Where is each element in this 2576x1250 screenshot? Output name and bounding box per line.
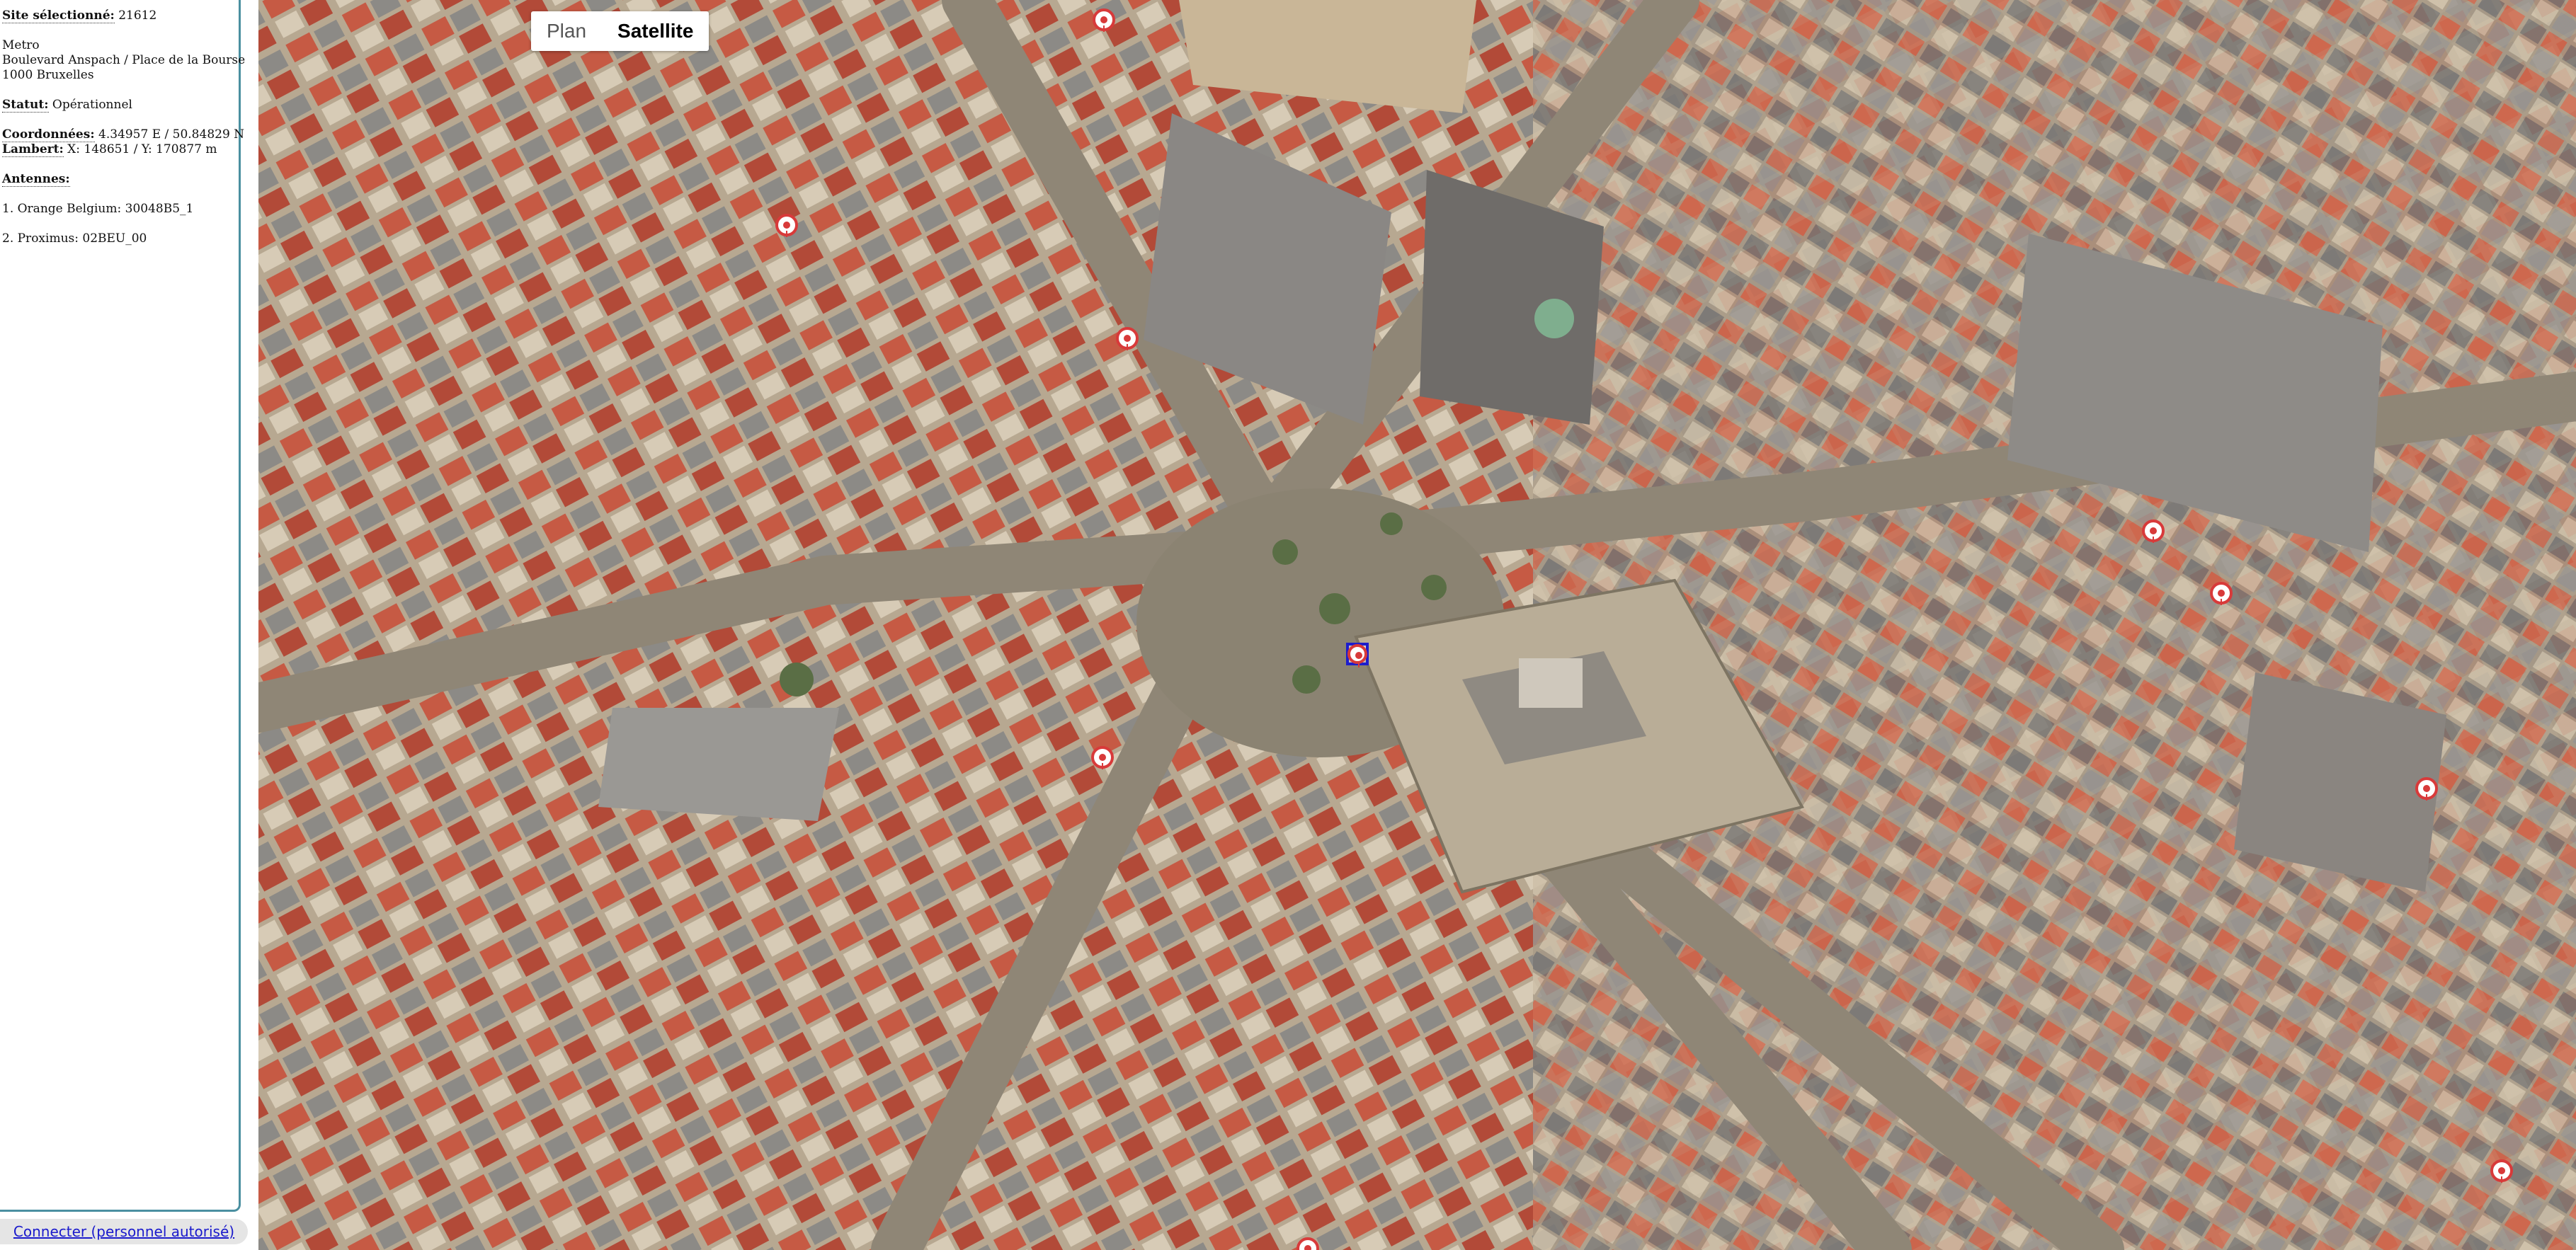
coordinates-value: 4.34957 E / 50.84829 N	[98, 127, 245, 142]
selected-site-marker[interactable]	[1346, 643, 1369, 667]
antennas-heading: Antennes:	[2, 172, 70, 187]
site-info-panel: Site sélectionné: 21612 Metro Boulevard …	[0, 0, 246, 1212]
status-value: Opérationnel	[52, 98, 132, 112]
lambert-row: Lambert: X: 148651 / Y: 170877 m	[2, 142, 239, 157]
site-id-row: Site sélectionné: 21612	[2, 8, 239, 23]
login-link[interactable]: Connecter (personnel autorisé)	[13, 1223, 234, 1240]
antenna-marker-icon	[1347, 644, 1367, 667]
antenna-marker-icon[interactable]	[1093, 8, 1115, 32]
antenna-marker-icon[interactable]	[2142, 520, 2165, 543]
lambert-value: X: 148651 / Y: 170877 m	[67, 142, 217, 156]
antenna-marker-icon[interactable]	[2490, 1159, 2513, 1183]
map-type-control: Plan Satellite	[531, 11, 709, 51]
address-line-1: Boulevard Anspach / Place de la Bourse	[2, 53, 246, 67]
antenna-item: 2. Proximus: 02BEU_00	[2, 231, 147, 246]
coordinates-label: Coordonnées:	[2, 127, 95, 142]
antenna-marker-icon[interactable]	[2210, 582, 2233, 605]
coordinates-row: Coordonnées: 4.34957 E / 50.84829 N	[2, 127, 244, 142]
map-type-plan-button[interactable]: Plan	[531, 11, 602, 51]
antenna-marker-icon[interactable]	[1091, 746, 1114, 769]
antenna-marker-icon[interactable]	[2415, 777, 2438, 801]
status-row: Statut: Opérationnel	[2, 98, 239, 113]
panel-divider	[249, 0, 258, 1250]
status-label: Statut:	[2, 98, 49, 113]
antenna-item: 1. Orange Belgium: 30048B5_1	[2, 202, 194, 216]
map-type-satellite-button[interactable]: Satellite	[602, 11, 709, 51]
satellite-map[interactable]: Plan Satellite	[258, 0, 2576, 1250]
aerial-imagery	[258, 0, 2576, 1250]
site-id-label: Site sélectionné:	[2, 8, 115, 23]
site-type: Metro	[2, 38, 40, 52]
antenna-marker-icon[interactable]	[775, 214, 798, 237]
login-footer: Connecter (personnel autorisé)	[0, 1219, 248, 1244]
antenna-marker-icon[interactable]	[1116, 327, 1139, 350]
site-id-value: 21612	[118, 8, 157, 23]
lambert-label: Lambert:	[2, 142, 64, 157]
address-line-2: 1000 Bruxelles	[2, 68, 94, 82]
